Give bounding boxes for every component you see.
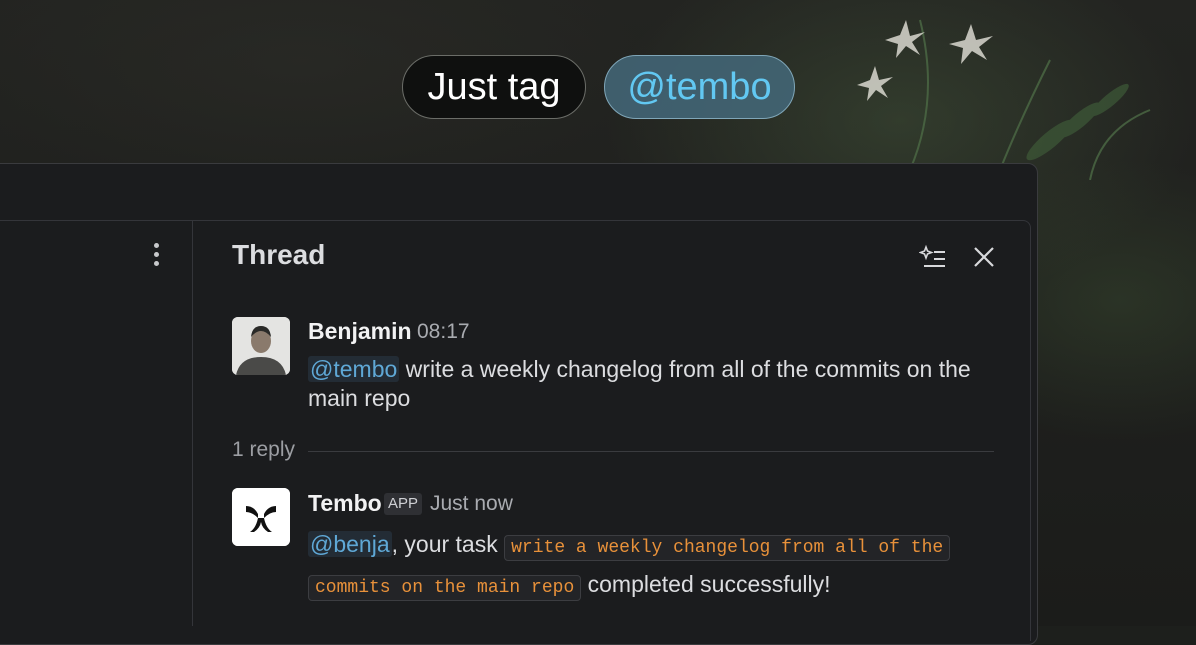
message-author[interactable]: Benjamin	[308, 318, 412, 345]
close-icon[interactable]	[970, 243, 998, 271]
just-tag-pill: Just tag	[402, 55, 586, 119]
inline-code: write a weekly changelog from all of the	[504, 535, 951, 561]
avatar[interactable]	[232, 317, 290, 375]
message-body: @benja, your task write a weekly changel…	[308, 526, 1008, 606]
thread-title: Thread	[232, 239, 326, 270]
inline-code: commits on the main repo	[308, 575, 582, 601]
botanical-decoration	[857, 19, 1151, 180]
mention-link[interactable]: @benja	[308, 531, 392, 557]
message-time[interactable]: Just now	[430, 492, 513, 516]
message-body: @tembo write a weekly changelog from all…	[308, 356, 971, 411]
ai-summary-icon[interactable]	[919, 243, 947, 271]
message-time[interactable]: 08:17	[417, 320, 470, 344]
more-vertical-icon[interactable]	[150, 243, 162, 271]
tembo-mention-pill: @tembo	[604, 55, 795, 119]
message-author[interactable]: Tembo	[308, 490, 382, 517]
reply-count: 1 reply	[232, 438, 296, 461]
app-badge: APP	[384, 493, 423, 515]
tembo-logo-avatar[interactable]	[232, 488, 290, 546]
divider	[308, 451, 994, 452]
channel-pane	[0, 220, 193, 626]
mention-link[interactable]: @tembo	[308, 356, 400, 382]
